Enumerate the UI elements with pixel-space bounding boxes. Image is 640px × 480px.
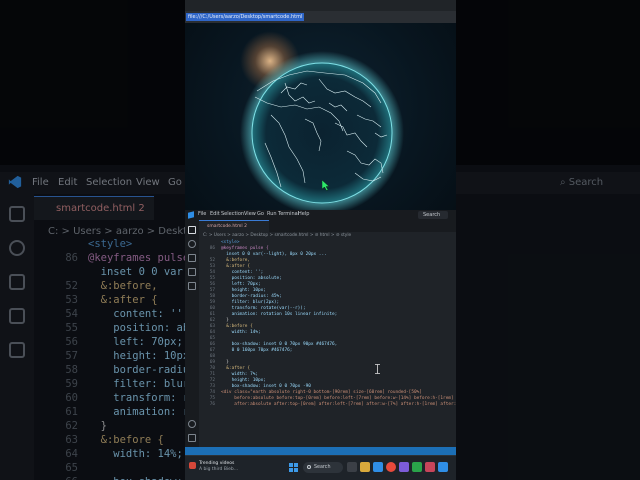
run-debug-icon[interactable]	[188, 268, 196, 276]
mouse-pointer-icon	[322, 180, 330, 191]
app-icon[interactable]	[412, 462, 422, 472]
address-url[interactable]: file:///C:/Users/aarzo/Desktop/smartcode…	[186, 13, 305, 21]
vscode-window: File Edit Selection View Go Run Terminal…	[185, 210, 456, 455]
store-icon[interactable]	[399, 462, 409, 472]
code-text: after:absolute after:top-[0rem] after:le…	[221, 402, 456, 407]
browser-page	[185, 23, 456, 210]
account-icon[interactable]	[188, 420, 196, 428]
activity-bar	[185, 220, 199, 455]
screen-recording-frame: file:///C:/Users/aarzo/Desktop/smartcode…	[185, 0, 456, 480]
vscode-menubar: File Edit Selection View Go Run Terminal…	[185, 210, 456, 220]
explorer-icon[interactable]	[188, 226, 196, 234]
news-widget-subtitle[interactable]: A big third Bieb...	[199, 467, 238, 472]
browser-window: file:///C:/Users/aarzo/Desktop/smartcode…	[185, 0, 456, 210]
menu-terminal[interactable]: Terminal	[278, 211, 299, 217]
windows-taskbar: Trending videos A big third Bieb... Sear…	[185, 455, 456, 480]
settings-gear-icon[interactable]	[188, 434, 196, 442]
command-search-box[interactable]: Search	[418, 211, 448, 219]
editor-tabs: smartcode.html 2	[199, 220, 456, 232]
earth-globe	[240, 51, 404, 210]
tab-smartcode-html[interactable]: smartcode.html 2	[199, 220, 269, 232]
status-bar	[185, 447, 456, 455]
line-number: 76	[209, 402, 215, 407]
browser-tab-strip	[185, 0, 456, 11]
vscode-taskbar-icon[interactable]	[438, 462, 448, 472]
search-icon	[307, 465, 311, 469]
menu-file[interactable]: File	[198, 211, 206, 217]
breadcrumb[interactable]: C: > Users > aarzo > Desktop > smartcode…	[203, 233, 351, 238]
menu-selection[interactable]: Selection	[221, 211, 244, 217]
search-icon[interactable]	[188, 240, 196, 248]
app-icon[interactable]	[425, 462, 435, 472]
menu-view[interactable]: View	[244, 211, 256, 217]
start-button[interactable]	[289, 463, 298, 472]
text-cursor-icon	[375, 364, 380, 374]
edge-browser-icon[interactable]	[373, 462, 383, 472]
news-widget-icon[interactable]	[189, 462, 196, 469]
news-widget-title[interactable]: Trending videos	[199, 461, 234, 466]
code-line: 76 after:absolute after:top-[0rem] after…	[199, 402, 456, 408]
menu-edit[interactable]: Edit	[210, 211, 220, 217]
vscode-logo-icon	[188, 211, 194, 219]
menu-help[interactable]: Help	[298, 211, 309, 217]
extensions-icon[interactable]	[188, 282, 196, 290]
menu-go[interactable]: Go	[257, 211, 264, 217]
menu-run[interactable]: Run	[267, 211, 277, 217]
code-editor[interactable]: <style> 86 @keyframes pulse { inset 0 0 va…	[199, 240, 456, 430]
taskbar-search[interactable]: Search	[303, 462, 343, 473]
source-control-icon[interactable]	[188, 254, 196, 262]
task-view-icon[interactable]	[347, 462, 357, 472]
chrome-icon[interactable]	[386, 462, 396, 472]
file-explorer-icon[interactable]	[360, 462, 370, 472]
